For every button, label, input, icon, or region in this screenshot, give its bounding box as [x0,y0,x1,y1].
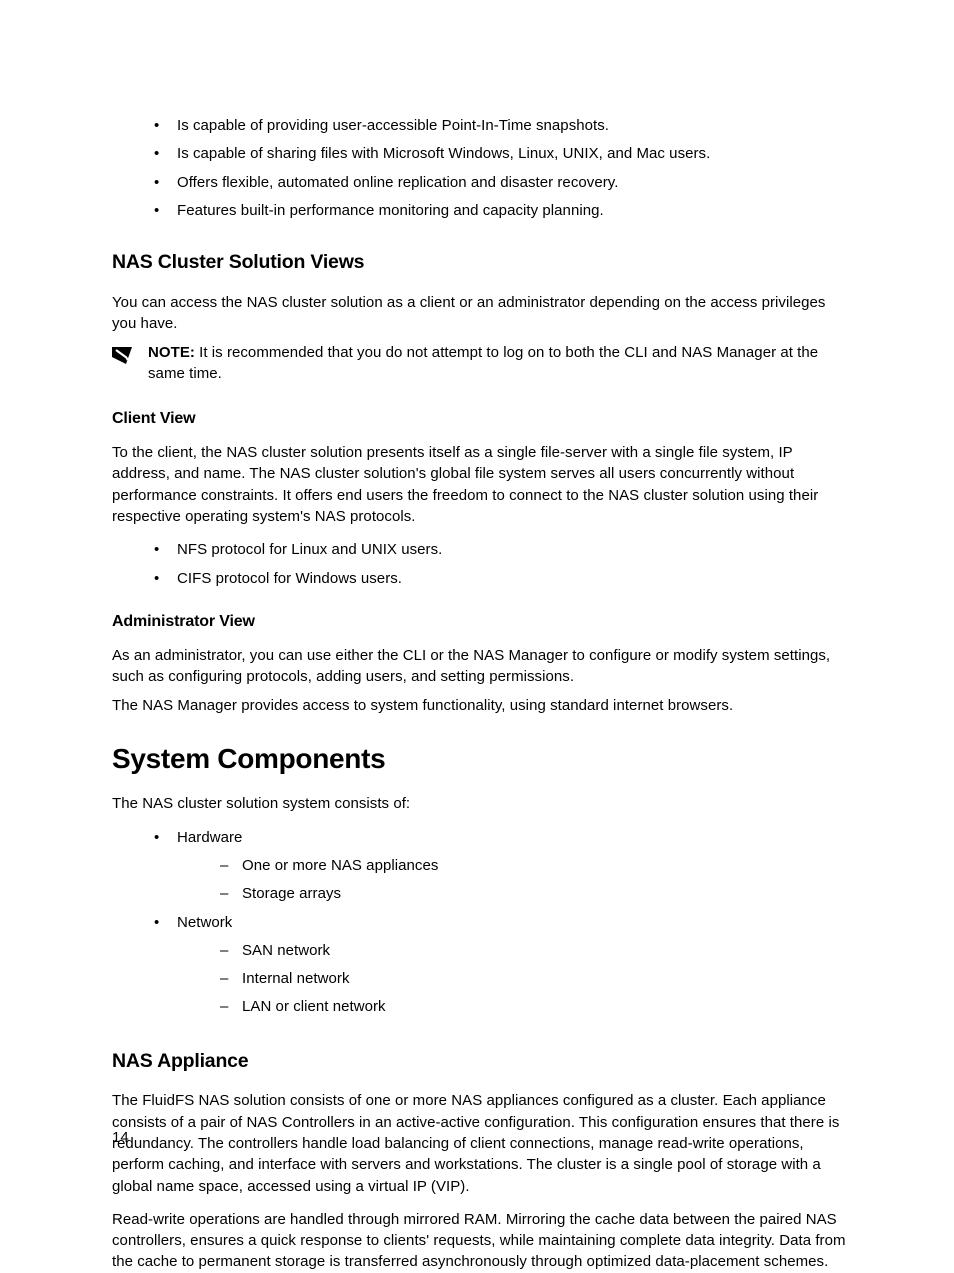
note-callout: NOTE: It is recommended that you do not … [112,342,848,384]
note-text: NOTE: It is recommended that you do not … [148,342,848,384]
heading-nas-appliance: NAS Appliance [112,1048,848,1076]
list-item: CIFS protocol for Windows users. [160,568,848,589]
paragraph: The FluidFS NAS solution consists of one… [112,1090,848,1196]
paragraph: To the client, the NAS cluster solution … [112,442,848,527]
list-item: Network SAN network Internal network LAN… [160,912,848,1018]
paragraph: The NAS cluster solution system consists… [112,793,848,814]
heading-views: NAS Cluster Solution Views [112,249,848,277]
page: Is capable of providing user-accessible … [0,0,954,1268]
list-item: LAN or client network [225,996,848,1017]
list-item: NFS protocol for Linux and UNIX users. [160,539,848,560]
list-item: One or more NAS appliances [225,855,848,876]
sub-list: SAN network Internal network LAN or clie… [177,940,848,1018]
heading-client-view: Client View [112,408,848,431]
note-body: It is recommended that you do not attemp… [148,344,818,382]
paragraph: The NAS Manager provides access to syste… [112,695,848,716]
list-item: Is capable of sharing files with Microso… [160,143,848,164]
note-label: NOTE: [148,344,199,361]
list-item: Storage arrays [225,883,848,904]
feature-list: Is capable of providing user-accessible … [112,115,848,221]
paragraph: Read-write operations are handled throug… [112,1209,848,1273]
list-item: Features built-in performance monitoring… [160,200,848,221]
protocol-list: NFS protocol for Linux and UNIX users. C… [112,539,848,589]
list-item: Hardware One or more NAS appliances Stor… [160,827,848,905]
page-number: 14 [112,1127,129,1148]
heading-system-components: System Components [112,739,848,779]
components-list: Hardware One or more NAS appliances Stor… [112,827,848,1018]
list-item-label: Network [177,914,232,931]
paragraph: As an administrator, you can use either … [112,645,848,688]
list-item: SAN network [225,940,848,961]
heading-admin-view: Administrator View [112,611,848,634]
paragraph: You can access the NAS cluster solution … [112,292,848,335]
list-item-label: Hardware [177,829,242,846]
list-item: Is capable of providing user-accessible … [160,115,848,136]
note-icon [112,344,132,364]
list-item: Offers flexible, automated online replic… [160,172,848,193]
sub-list: One or more NAS appliances Storage array… [177,855,848,905]
list-item: Internal network [225,968,848,989]
